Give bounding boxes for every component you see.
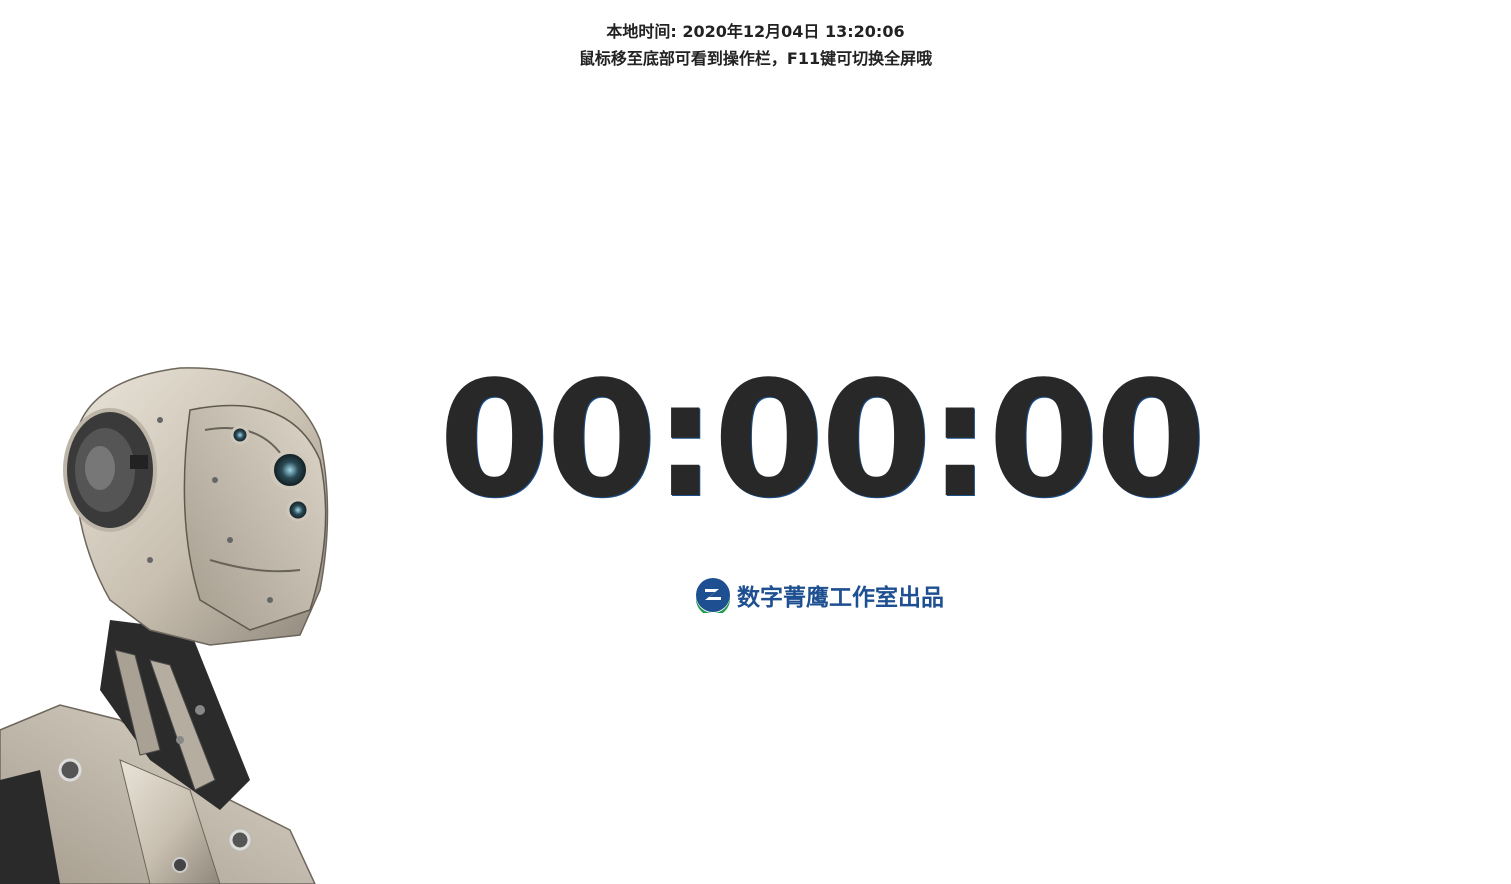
header: 本地时间: 2020年12月04日 13:20:06 鼠标移至底部可看到操作栏，… — [0, 18, 1511, 72]
countdown-timer: 00:00:00 — [438, 346, 1207, 533]
hint-text: 鼠标移至底部可看到操作栏，F11键可切换全屏哦 — [578, 49, 933, 68]
local-time-text: 本地时间: 2020年12月04日 13:20:06 — [606, 22, 905, 41]
brand-text: 数字菁鹰工作室出品 — [737, 585, 944, 611]
brand-credit: 数字菁鹰工作室出品 — [695, 577, 944, 613]
countdown-page: 本地时间: 2020年12月04日 13:20:06 鼠标移至底部可看到操作栏，… — [0, 0, 1511, 884]
digital-eagle-logo-icon — [695, 578, 730, 613]
